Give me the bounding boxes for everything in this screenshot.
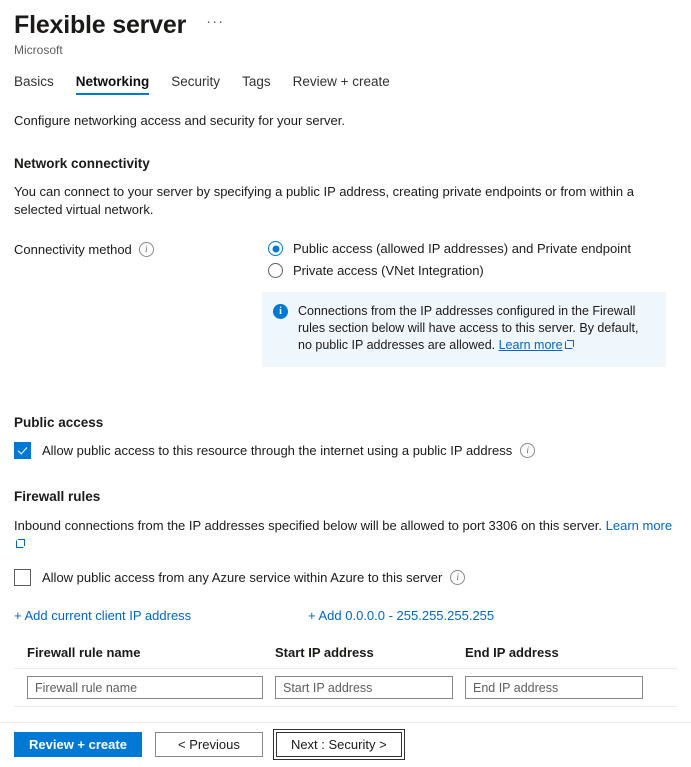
firewall-rules-heading: Firewall rules — [14, 489, 677, 504]
previous-button[interactable]: < Previous — [155, 732, 263, 757]
tab-security[interactable]: Security — [171, 74, 220, 95]
firewall-rules-table-header: Firewall rule name Start IP address End … — [14, 645, 677, 660]
public-access-heading: Public access — [14, 415, 677, 430]
publisher-label: Microsoft — [14, 43, 691, 57]
info-callout-text: Connections from the IP addresses config… — [298, 304, 638, 352]
firewall-rules-description: Inbound connections from the IP addresse… — [14, 518, 602, 533]
column-header-start-ip: Start IP address — [275, 645, 465, 660]
page-title: Flexible server — [14, 10, 186, 40]
firewall-rules-table: Firewall rule name Start IP address End … — [14, 645, 677, 707]
table-row — [14, 669, 677, 699]
end-ip-address-input[interactable] — [465, 676, 643, 699]
info-icon[interactable] — [520, 443, 535, 458]
connectivity-method-label-group: Connectivity method — [14, 241, 268, 278]
radio-public-access-private-endpoint[interactable]: Public access (allowed IP addresses) and… — [268, 241, 631, 256]
tab-review-create[interactable]: Review + create — [293, 74, 390, 95]
external-link-icon — [565, 340, 574, 349]
info-callout: Connections from the IP addresses config… — [262, 292, 666, 367]
info-icon[interactable] — [450, 570, 465, 585]
learn-more-link-callout[interactable]: Learn more — [499, 338, 563, 352]
column-header-rule-name: Firewall rule name — [27, 645, 275, 660]
table-row-divider — [14, 706, 677, 707]
review-create-button[interactable]: Review + create — [14, 732, 142, 757]
more-options-icon[interactable]: ··· — [202, 15, 228, 35]
next-security-button[interactable]: Next : Security > — [276, 732, 402, 757]
firewall-rules-description-wrap: Inbound connections from the IP addresse… — [14, 517, 677, 553]
radio-button-selected-icon[interactable] — [268, 241, 283, 256]
firewall-action-links: + Add current client IP address + Add 0.… — [14, 608, 677, 623]
info-callout-text-wrap: Connections from the IP addresses config… — [298, 303, 652, 354]
connectivity-method-label: Connectivity method — [14, 242, 132, 257]
info-icon-filled — [273, 304, 288, 319]
page-content: Configure networking access and security… — [0, 113, 691, 707]
firewall-rule-name-input[interactable] — [27, 676, 263, 699]
radio-label-private-access: Private access (VNet Integration) — [293, 263, 484, 278]
add-all-ips-link[interactable]: + Add 0.0.0.0 - 255.255.255.255 — [308, 608, 494, 623]
connectivity-method-radio-group: Public access (allowed IP addresses) and… — [268, 241, 631, 278]
allow-public-access-checkbox[interactable] — [14, 442, 31, 459]
add-current-client-ip-link[interactable]: + Add current client IP address — [14, 608, 308, 623]
azure-services-checkbox-row[interactable]: Allow public access from any Azure servi… — [14, 569, 677, 586]
external-link-icon — [16, 539, 25, 548]
public-access-checkbox-row[interactable]: Allow public access to this resource thr… — [14, 442, 677, 459]
network-connectivity-heading: Network connectivity — [14, 156, 677, 171]
title-row: Flexible server ··· — [14, 10, 691, 40]
info-icon[interactable] — [139, 242, 154, 257]
allow-azure-services-checkbox[interactable] — [14, 569, 31, 586]
radio-button-unselected-icon[interactable] — [268, 263, 283, 278]
allow-public-access-label-group: Allow public access to this resource thr… — [42, 443, 535, 458]
page-intro-text: Configure networking access and security… — [14, 113, 677, 128]
page-header: Flexible server ··· Microsoft — [0, 0, 691, 57]
tab-tags[interactable]: Tags — [242, 74, 271, 95]
wizard-tabs: Basics Networking Security Tags Review +… — [14, 69, 691, 95]
radio-private-access-vnet[interactable]: Private access (VNet Integration) — [268, 263, 631, 278]
allow-public-access-label: Allow public access to this resource thr… — [42, 443, 512, 458]
connectivity-method-row: Connectivity method Public access (allow… — [14, 241, 677, 278]
allow-azure-services-label: Allow public access from any Azure servi… — [42, 570, 442, 585]
network-connectivity-description: You can connect to your server by specif… — [14, 183, 677, 219]
learn-more-link-firewall[interactable]: Learn more — [606, 518, 672, 533]
tab-basics[interactable]: Basics — [14, 74, 54, 95]
start-ip-address-input[interactable] — [275, 676, 453, 699]
wizard-footer: Review + create < Previous Next : Securi… — [0, 722, 691, 767]
tab-networking[interactable]: Networking — [76, 74, 150, 95]
column-header-end-ip: End IP address — [465, 645, 655, 660]
allow-azure-services-label-group: Allow public access from any Azure servi… — [42, 570, 465, 585]
radio-label-public-access: Public access (allowed IP addresses) and… — [293, 241, 631, 256]
